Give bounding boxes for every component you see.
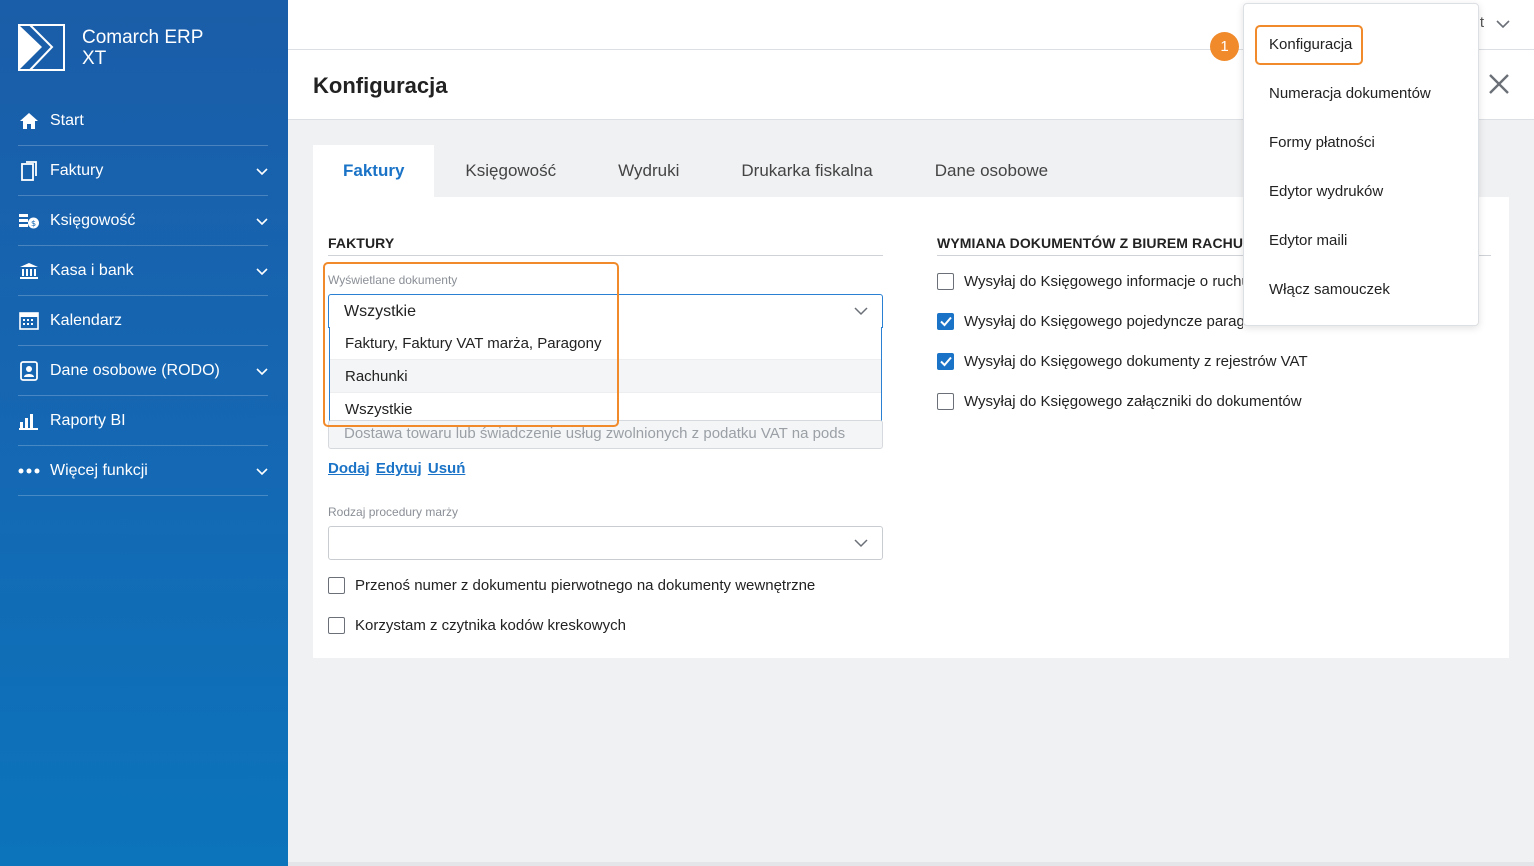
- sidebar-item-label: Dane osobowe (RODO): [50, 361, 220, 379]
- checkbox-label: Korzystam z czytnika kodów kreskowych: [355, 617, 626, 634]
- menu-item-konfiguracja[interactable]: Konfiguracja: [1269, 36, 1352, 53]
- option-rachunki[interactable]: Rachunki: [330, 360, 881, 393]
- checkbox-label: Przenoś numer z dokumentu pierwotnego na…: [355, 577, 816, 594]
- sidebar-item-faktury[interactable]: Faktury: [18, 146, 268, 196]
- exchange-section-heading: WYMIANA DOKUMENTÓW Z BIUREM RACHUNKOWYM: [937, 235, 1243, 251]
- chevron-down-icon: [854, 539, 868, 548]
- displayed-docs-label: Wyświetlane dokumenty: [328, 273, 458, 287]
- chevron-down-icon: [854, 307, 868, 316]
- tab-drukarka-fiskalna[interactable]: Drukarka fiskalna: [710, 145, 903, 197]
- app-logo[interactable]: Comarch ERP XT: [18, 24, 203, 71]
- sidebar-item-label: Raporty BI: [50, 411, 126, 429]
- app-name-line1: Comarch ERP: [82, 27, 204, 48]
- send-attachments-checkbox-row[interactable]: Wysyłaj do Księgowego załączniki do doku…: [937, 393, 1302, 410]
- menu-item-wlacz-samouczek[interactable]: Włącz samouczek: [1269, 281, 1390, 298]
- displayed-docs-select[interactable]: Wszystkie: [328, 294, 883, 328]
- sidebar-item-label: Kalendarz: [50, 311, 123, 329]
- tab-wydruki[interactable]: Wydruki: [587, 145, 710, 197]
- margin-procedure-label: Rodzaj procedury marży: [328, 505, 459, 519]
- send-movement-info-checkbox[interactable]: [937, 273, 954, 290]
- tab-ksiegowosc[interactable]: Księgowość: [434, 145, 587, 197]
- config-tabs: Faktury Księgowość Wydruki Drukarka fisk…: [313, 145, 1079, 197]
- edit-link[interactable]: Edytuj: [376, 460, 422, 477]
- bank-icon: [18, 260, 40, 282]
- user-menu: Konfiguracja Numeracja dokumentów Formy …: [1243, 3, 1479, 326]
- sidebar-item-label: Kasa i bank: [50, 261, 134, 279]
- chevron-down-icon: [256, 268, 268, 276]
- barcode-reader-checkbox[interactable]: [328, 617, 345, 634]
- menu-item-numeracja-dokumentow[interactable]: Numeracja dokumentów: [1269, 85, 1431, 102]
- document-icon: [18, 160, 40, 182]
- bar-chart-icon: [18, 410, 40, 432]
- sidebar-item-ksiegowosc[interactable]: $ Księgowość: [18, 196, 268, 246]
- option-faktury-paragony[interactable]: Faktury, Faktury VAT marża, Paragony: [330, 327, 881, 360]
- sidebar-item-kasa-i-bank[interactable]: Kasa i bank: [18, 246, 268, 296]
- sidebar: Comarch ERP XT Start Faktury $ Księgowoś…: [0, 0, 288, 866]
- send-receipts-checkbox[interactable]: [937, 313, 954, 330]
- faktury-section-heading: FAKTURY: [328, 235, 395, 251]
- displayed-docs-options: Faktury, Faktury VAT marża, Paragony Rac…: [329, 327, 882, 427]
- user-name-truncated[interactable]: t: [1480, 14, 1484, 31]
- margin-procedure-select[interactable]: [328, 526, 883, 560]
- page-title: Konfiguracja: [313, 73, 448, 98]
- svg-text:$: $: [31, 219, 36, 228]
- chevron-down-icon: [256, 368, 268, 376]
- barcode-reader-checkbox-row[interactable]: Korzystam z czytnika kodów kreskowych: [328, 617, 626, 634]
- home-icon: [18, 110, 40, 132]
- app-name-line2: XT: [82, 48, 107, 69]
- coins-icon: $: [18, 210, 40, 232]
- vat-exemption-value: Dostawa towaru lub świadczenie usług zwo…: [344, 425, 846, 442]
- send-vat-registers-checkbox[interactable]: [937, 353, 954, 370]
- chevron-down-icon: [256, 218, 268, 226]
- chevron-down-icon: [256, 168, 268, 176]
- menu-item-edytor-wydrukow[interactable]: Edytor wydruków: [1269, 183, 1383, 200]
- add-link[interactable]: Dodaj: [328, 460, 370, 477]
- tab-faktury[interactable]: Faktury: [313, 145, 435, 197]
- sidebar-item-dane-osobowe[interactable]: Dane osobowe (RODO): [18, 346, 268, 396]
- sidebar-nav: Start Faktury $ Księgowość Kasa i bank K…: [18, 96, 268, 496]
- more-dots-icon: [18, 460, 40, 482]
- vat-exemption-field[interactable]: Dostawa towaru lub świadczenie usług zwo…: [328, 420, 883, 449]
- send-movement-info-checkbox-row[interactable]: Wysyłaj do Księgowego informacje o ruchu: [937, 273, 1243, 290]
- menu-item-edytor-maili[interactable]: Edytor maili: [1269, 232, 1347, 249]
- tab-dane-osobowe[interactable]: Dane osobowe: [904, 145, 1079, 197]
- sidebar-item-wiecej-funkcji[interactable]: Więcej funkcji: [18, 446, 268, 496]
- person-card-icon: [18, 360, 40, 382]
- checkbox-label: Wysyłaj do Księgowego informacje o ruchu: [964, 273, 1243, 290]
- menu-item-formy-platnosci[interactable]: Formy płatności: [1269, 134, 1375, 151]
- send-attachments-checkbox[interactable]: [937, 393, 954, 410]
- checkbox-label: Wysyłaj do Księgowego dokumenty z rejest…: [964, 353, 1308, 370]
- sidebar-item-kalendarz[interactable]: Kalendarz: [18, 296, 268, 346]
- close-icon[interactable]: [1488, 73, 1510, 95]
- checkbox-label: Wysyłaj do Księgowego załączniki do doku…: [964, 393, 1302, 410]
- displayed-docs-value: Wszystkie: [344, 303, 416, 320]
- chevron-down-icon[interactable]: [1496, 17, 1510, 31]
- transfer-number-checkbox[interactable]: [328, 577, 345, 594]
- calendar-icon: [18, 310, 40, 332]
- checkbox-label: Wysyłaj do Księgowego pojedyncze paragon…: [964, 313, 1243, 330]
- send-receipts-checkbox-row[interactable]: Wysyłaj do Księgowego pojedyncze paragon…: [937, 313, 1243, 330]
- exemption-actions: Dodaj Edytuj Usuń: [328, 460, 467, 477]
- sidebar-item-raporty-bi[interactable]: Raporty BI: [18, 396, 268, 446]
- send-vat-registers-checkbox-row[interactable]: Wysyłaj do Księgowego dokumenty z rejest…: [937, 353, 1308, 370]
- app-name: Comarch ERP XT: [82, 27, 203, 69]
- step-badge: 1: [1210, 32, 1239, 61]
- bottom-border: [288, 862, 1534, 866]
- sidebar-item-label: Więcej funkcji: [50, 461, 148, 479]
- section-divider: [328, 255, 883, 256]
- remove-link[interactable]: Usuń: [428, 460, 466, 477]
- comarch-logo-icon: [18, 24, 65, 71]
- sidebar-item-label: Faktury: [50, 161, 104, 179]
- sidebar-item-label: Księgowość: [50, 211, 136, 229]
- sidebar-item-start[interactable]: Start: [18, 96, 268, 146]
- chevron-down-icon: [256, 468, 268, 476]
- sidebar-item-label: Start: [50, 111, 84, 129]
- transfer-number-checkbox-row[interactable]: Przenoś numer z dokumentu pierwotnego na…: [328, 577, 815, 594]
